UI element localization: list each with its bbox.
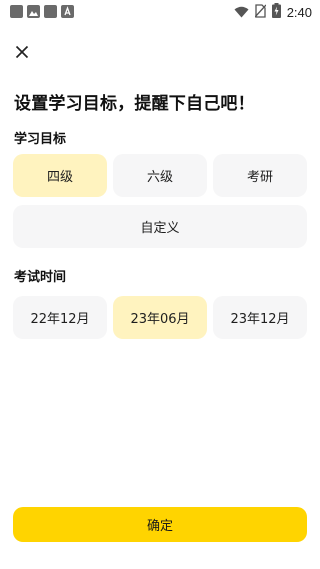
close-button[interactable]	[10, 40, 34, 64]
status-right-icons: 2:40	[234, 3, 312, 22]
notification-icon	[10, 5, 23, 18]
exam-time-option-2306[interactable]: 23年06月	[113, 296, 207, 339]
status-left-icons	[10, 5, 74, 18]
exam-time-option-2312[interactable]: 23年12月	[213, 296, 307, 339]
goal-option-postgrad[interactable]: 考研	[213, 154, 307, 197]
page-title: 设置学习目标，提醒下自己吧！	[14, 94, 255, 114]
wifi-icon	[234, 3, 249, 22]
goal-option-cet4[interactable]: 四级	[13, 154, 107, 197]
status-time: 2:40	[286, 5, 312, 20]
confirm-button[interactable]: 确定	[13, 507, 307, 542]
status-bar: 2:40	[0, 0, 320, 24]
battery-charging-icon	[271, 3, 281, 22]
goal-option-cet6[interactable]: 六级	[113, 154, 207, 197]
app-icon	[61, 5, 74, 18]
close-icon	[15, 45, 29, 59]
goal-option-custom[interactable]: 自定义	[13, 205, 307, 248]
gallery-icon	[27, 5, 40, 18]
exam-time-option-2212[interactable]: 22年12月	[13, 296, 107, 339]
notification-icon	[44, 5, 57, 18]
no-sim-icon	[254, 3, 267, 22]
exam-section-label: 考试时间	[14, 270, 67, 285]
goal-section-label: 学习目标	[14, 132, 67, 147]
